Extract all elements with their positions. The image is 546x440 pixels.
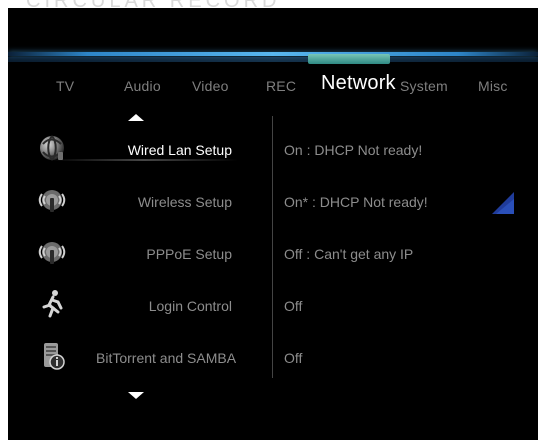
menu-item-pppoe-setup[interactable]: PPPoE Setup Off : Can't get any IP [8, 232, 538, 278]
tab-audio[interactable]: Audio [124, 78, 161, 94]
tab-network[interactable]: Network [321, 72, 396, 95]
menu-label-pppoe-setup: PPPoE Setup [146, 246, 232, 262]
tab-tv[interactable]: TV [56, 78, 74, 94]
menu-label-login-control: Login Control [148, 298, 232, 314]
top-ghost-text: CIRCULAR RECORD [26, 0, 316, 8]
tab-bar-underglow [8, 57, 538, 62]
menu-label-bittorrent-and-samba: BitTorrent and SAMBA [96, 350, 237, 366]
tab-bar-glow-line [8, 52, 538, 56]
signal-strength-icon [490, 188, 516, 216]
runner-icon [38, 288, 68, 320]
selected-row-highlight [50, 159, 238, 161]
tab-rec[interactable]: REC [266, 78, 296, 94]
menu-value-bittorrent-and-samba: Off [284, 350, 303, 366]
menu-value-pppoe-setup: Off : Can't get any IP [284, 246, 414, 262]
menu-value-wired-lan-setup: On : DHCP Not ready! [284, 142, 423, 158]
wireless-icon [38, 184, 68, 216]
network-settings-screen: CIRCULAR RECORD TV Audio Video REC Netwo… [8, 0, 538, 440]
tab-misc[interactable]: Misc [478, 78, 508, 94]
menu-item-wireless-setup[interactable]: Wireless Setup On* : DHCP Not ready! [8, 180, 538, 226]
menu-label-wireless-setup: Wireless Setup [137, 194, 232, 210]
menu-value-wireless-setup: On* : DHCP Not ready! [284, 194, 428, 210]
scroll-up-arrow-icon[interactable] [128, 114, 144, 121]
active-tab-indicator [308, 54, 390, 64]
tab-system[interactable]: System [400, 78, 448, 94]
tab-bar: TV Audio Video REC Network System Misc [8, 70, 538, 100]
menu-label-wired-lan-setup: Wired Lan Setup [127, 142, 232, 158]
scroll-down-arrow-icon[interactable] [128, 392, 144, 399]
menu-item-wired-lan-setup[interactable]: Wired Lan Setup On : DHCP Not ready! [8, 128, 538, 174]
pppoe-icon [38, 236, 68, 268]
server-info-icon [38, 340, 68, 372]
menu-item-bittorrent-and-samba[interactable]: BitTorrent and SAMBA Off [8, 336, 538, 382]
menu-item-login-control[interactable]: Login Control Off [8, 284, 538, 330]
tab-video[interactable]: Video [192, 78, 229, 94]
menu-value-login-control: Off [284, 298, 303, 314]
